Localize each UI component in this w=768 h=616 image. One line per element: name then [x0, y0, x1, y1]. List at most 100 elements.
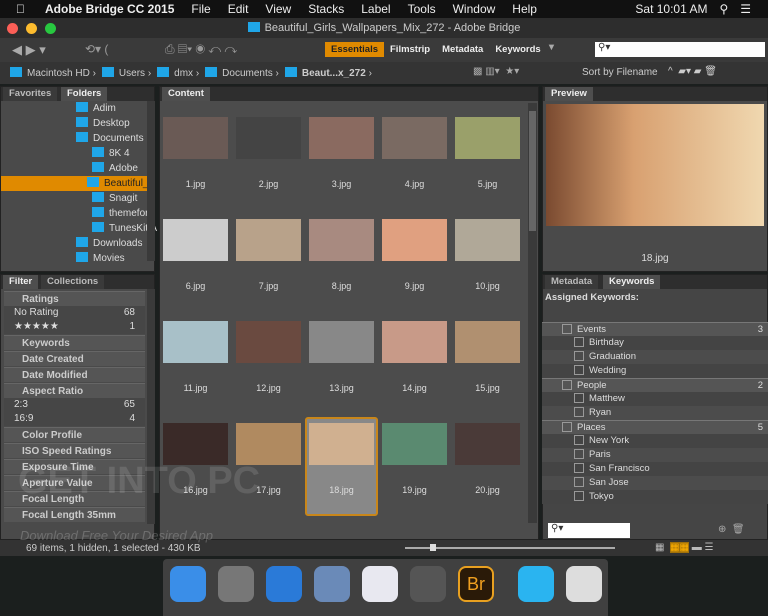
thumbnail-label[interactable]: 20.jpg	[451, 485, 524, 495]
folder-item[interactable]: themefore	[92, 206, 154, 221]
thumbnail-label[interactable]: 1.jpg	[159, 179, 232, 189]
thumbnail[interactable]	[455, 423, 520, 465]
menu-window[interactable]: Window	[453, 2, 496, 16]
app-menu[interactable]: Adobe Bridge CC 2015	[45, 2, 174, 16]
folder-item[interactable]: Adim	[76, 101, 116, 116]
checkbox[interactable]	[574, 449, 584, 459]
keyword-item[interactable]: Wedding	[542, 364, 768, 378]
tab-favorites[interactable]: Favorites	[3, 87, 58, 101]
folder-item[interactable]: Beautiful_	[1, 176, 148, 191]
filter-item[interactable]: 16:9 4	[4, 412, 145, 426]
thumbnail[interactable]	[455, 219, 520, 261]
apple-icon[interactable]: 	[16, 2, 25, 16]
thumbnail[interactable]	[236, 321, 301, 363]
thumbnail[interactable]	[309, 219, 374, 261]
view-options-icon[interactable]: ▩ ▥▾ ★▾	[473, 66, 519, 77]
minimize-button[interactable]	[26, 23, 37, 34]
thumbnail-label[interactable]: 19.jpg	[378, 485, 451, 495]
folder-item[interactable]: Movies	[76, 251, 125, 266]
thumbnail-size-slider[interactable]	[405, 544, 615, 551]
thumbnail[interactable]	[236, 219, 301, 261]
notification-icon[interactable]: ☰	[740, 2, 751, 16]
thumbnail-label[interactable]: 14.jpg	[378, 383, 451, 393]
thumbnail[interactable]	[309, 423, 374, 465]
checkbox[interactable]	[562, 422, 572, 432]
menu-view[interactable]: View	[265, 2, 291, 16]
thumbnail-label[interactable]: 4.jpg	[378, 179, 451, 189]
checkbox[interactable]	[574, 477, 584, 487]
keyword-item[interactable]: Graduation	[542, 350, 768, 364]
thumbnail[interactable]	[382, 321, 447, 363]
filter-section[interactable]: ISO Speed Ratings	[4, 443, 145, 458]
breadcrumb-item[interactable]: Documents ›	[205, 67, 279, 79]
filter-section[interactable]: Keywords	[4, 335, 145, 350]
keyword-item[interactable]: Ryan	[542, 406, 768, 420]
folders-scrollbar[interactable]	[147, 101, 155, 261]
keyword-group[interactable]: Events 3	[542, 322, 768, 336]
tab-folders[interactable]: Folders	[61, 87, 108, 101]
filter-section[interactable]: Date Created	[4, 351, 145, 366]
menu-file[interactable]: File	[191, 2, 210, 16]
breadcrumb-item[interactable]: dmx ›	[157, 67, 199, 79]
thumbnail[interactable]	[163, 219, 228, 261]
dock-launchpad[interactable]	[218, 566, 254, 602]
keyword-group[interactable]: People 2	[542, 378, 768, 392]
thumbnail-label[interactable]: 18.jpg	[305, 485, 378, 495]
folder-item[interactable]: Downloads	[76, 236, 142, 251]
menu-help[interactable]: Help	[512, 2, 537, 16]
new-keyword-icon[interactable]: ⊕ 🗑	[718, 524, 745, 535]
checkbox[interactable]	[562, 380, 572, 390]
dock-mail[interactable]	[314, 566, 350, 602]
thumbnail-label[interactable]: 7.jpg	[232, 281, 305, 291]
thumbnail[interactable]	[382, 219, 447, 261]
thumbnail[interactable]	[455, 321, 520, 363]
thumbnail-label[interactable]: 8.jpg	[305, 281, 378, 291]
thumbnail-label[interactable]: 5.jpg	[451, 179, 524, 189]
zoom-button[interactable]	[45, 23, 56, 34]
checkbox[interactable]	[574, 393, 584, 403]
tab-keywords[interactable]: Keywords	[603, 275, 661, 289]
folder-item[interactable]: 8K 4	[92, 146, 130, 161]
thumbnail-label[interactable]: 6.jpg	[159, 281, 232, 291]
folder-item[interactable]: Documents	[76, 131, 144, 146]
keyword-item[interactable]: Tokyo	[542, 490, 768, 504]
checkbox[interactable]	[574, 351, 584, 361]
checkbox[interactable]	[574, 491, 584, 501]
workspace-metadata[interactable]: Metadata	[436, 42, 489, 57]
breadcrumb-item[interactable]: Macintosh HD ›	[10, 67, 96, 79]
thumbnail[interactable]	[309, 321, 374, 363]
thumbnail-label[interactable]: 12.jpg	[232, 383, 305, 393]
dock-system-preferences[interactable]	[410, 566, 446, 602]
thumbnail-label[interactable]: 15.jpg	[451, 383, 524, 393]
workspace-keywords[interactable]: Keywords	[489, 42, 546, 57]
workspace-filmstrip[interactable]: Filmstrip	[384, 42, 436, 57]
checkbox[interactable]	[574, 463, 584, 473]
folder-item[interactable]: Desktop	[76, 116, 130, 131]
dock-safari[interactable]	[266, 566, 302, 602]
checkbox[interactable]	[574, 365, 584, 375]
tab-preview[interactable]: Preview	[545, 87, 593, 101]
boomerang-icon[interactable]: ⟲▾ (	[85, 42, 108, 56]
breadcrumb-item[interactable]: Users ›	[101, 67, 151, 79]
keyword-item[interactable]: New York	[542, 434, 768, 448]
keyword-item[interactable]: Birthday	[542, 336, 768, 350]
thumbnail[interactable]	[382, 423, 447, 465]
spotlight-icon[interactable]: ⚲	[719, 2, 728, 16]
checkbox[interactable]	[574, 337, 584, 347]
keyword-group[interactable]: Places 5	[542, 420, 768, 434]
thumbnail[interactable]	[236, 423, 301, 465]
keyword-item[interactable]: Paris	[542, 448, 768, 462]
filter-item[interactable]: 2:3 65	[4, 398, 145, 412]
keyword-item[interactable]: San Jose	[542, 476, 768, 490]
clock[interactable]: Sat 10:01 AM	[635, 2, 707, 16]
keyword-item[interactable]: Matthew	[542, 392, 768, 406]
thumbnail[interactable]	[163, 423, 228, 465]
folder-item[interactable]: Snagit	[92, 191, 137, 206]
back-forward-icon[interactable]: ◀ ▶ ▾	[12, 42, 46, 58]
workspace-essentials[interactable]: Essentials	[325, 42, 384, 57]
filter-section[interactable]: Ratings	[4, 291, 145, 306]
search-input[interactable]: ⚲▾	[595, 42, 765, 57]
view-mode-icons[interactable]: ▦ ▦▦ ▬ ☰	[655, 542, 713, 553]
workspace-dropdown-icon[interactable]: ▼	[547, 42, 556, 57]
checkbox[interactable]	[574, 435, 584, 445]
